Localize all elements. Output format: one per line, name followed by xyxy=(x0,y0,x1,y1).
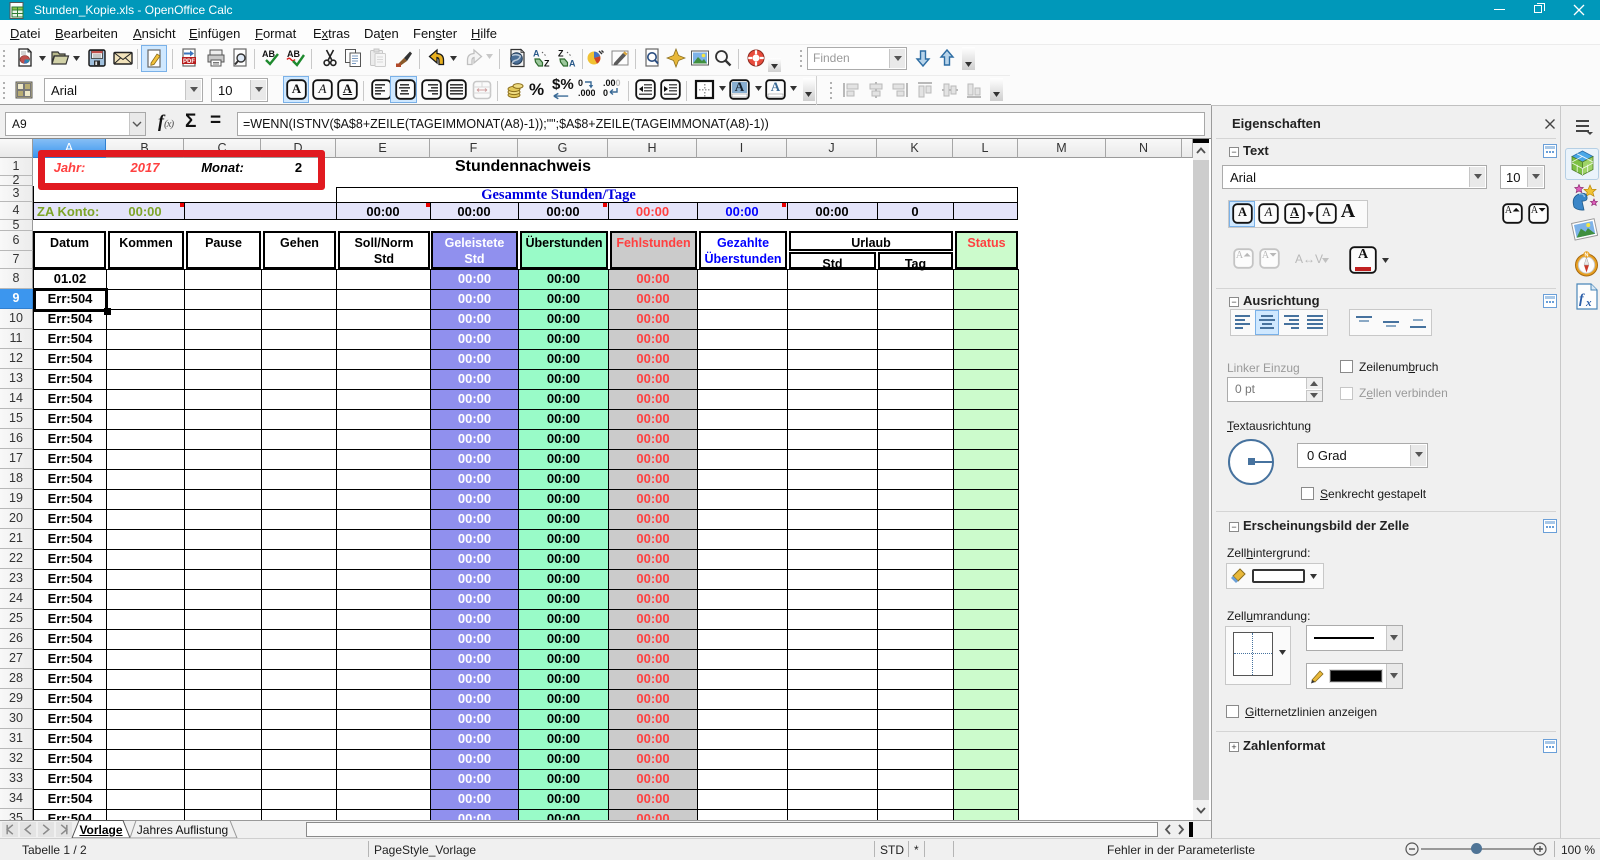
svg-text:x: x xyxy=(1585,297,1592,309)
svg-text:.000: .000 xyxy=(578,88,595,98)
svg-text:AB: AB xyxy=(262,49,275,59)
svg-text:Z: Z xyxy=(558,49,564,59)
svg-text:0: 0 xyxy=(578,78,583,88)
svg-text:PDF: PDF xyxy=(183,59,195,65)
svg-text:A: A xyxy=(533,49,540,59)
svg-text:N: N xyxy=(1585,253,1589,259)
svg-text:.00: .00 xyxy=(603,78,616,88)
svg-text:0: 0 xyxy=(603,88,608,98)
svg-text:Z: Z xyxy=(544,59,550,69)
svg-text:A: A xyxy=(569,59,576,69)
svg-text:0: 0 xyxy=(616,78,621,88)
svg-text:AB: AB xyxy=(287,49,300,59)
